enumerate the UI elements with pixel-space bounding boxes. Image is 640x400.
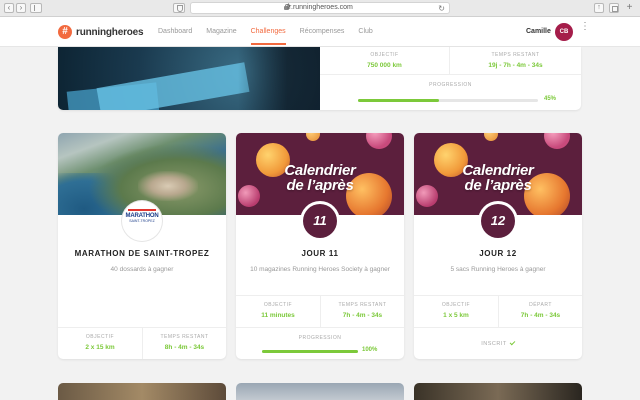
- marathon-logo-badge: MARATHON SAINT-TROPEZ: [122, 201, 162, 241]
- day-badge: 11: [300, 201, 340, 241]
- stat-label: OBJECTIF: [85, 334, 115, 340]
- challenge-image: [58, 47, 320, 110]
- image-title-line2: de l’après: [286, 177, 354, 194]
- image-title-line1: Calendrier: [462, 162, 534, 179]
- nav-club[interactable]: Club: [358, 28, 372, 35]
- objective-stat: OBJECTIF 2 x 15 km: [58, 328, 142, 359]
- nav-recompenses[interactable]: Récompenses: [300, 28, 345, 35]
- logo-text[interactable]: runningheroes: [76, 27, 144, 38]
- day-number: 11: [303, 204, 337, 238]
- nav-magazine[interactable]: Magazine: [206, 28, 236, 35]
- image-title-line2: de l’après: [464, 177, 532, 194]
- progress-bar: [262, 350, 358, 353]
- progress-fill: [358, 99, 439, 102]
- stat-label: DÉPART: [529, 302, 552, 308]
- challenge-reward: 10 magazines Running Heroes Society à ga…: [250, 266, 390, 273]
- stat-value: 8h - 4m - 34s: [164, 344, 205, 351]
- image-title-line1: Calendrier: [284, 162, 356, 179]
- start-stat: DÉPART 7h - 4m - 34s: [498, 296, 582, 328]
- forward-icon: ›: [19, 3, 23, 12]
- stat-label: TEMPS RESTANT: [160, 334, 209, 340]
- back-button[interactable]: ‹: [4, 3, 14, 13]
- challenge-card-top[interactable]: OBJECTIF 750 000 km TEMPS RESTANT 19j - …: [58, 47, 581, 110]
- stat-label: OBJECTIF: [263, 302, 293, 308]
- challenge-card-partial[interactable]: [414, 383, 582, 400]
- objective-stat: OBJECTIF 11 minutes: [236, 296, 320, 328]
- objective-stat: OBJECTIF 1 x 5 km: [414, 296, 498, 328]
- address-bar[interactable]: fr.runningheroes.com ↻: [190, 2, 450, 14]
- stat-value: 7h - 4m - 34s: [342, 312, 383, 319]
- status-text: INSCRIT: [481, 341, 507, 347]
- logo-icon[interactable]: #: [58, 25, 72, 39]
- challenge-stats: OBJECTIF 1 x 5 km DÉPART 7h - 4m - 34s: [414, 295, 582, 328]
- challenge-stats: OBJECTIF 2 x 15 km TEMPS RESTANT 8h - 4m…: [58, 327, 226, 359]
- browser-toolbar: ‹ › fr.runningheroes.com ↻ ↑ +: [0, 0, 640, 17]
- stat-label: TEMPS RESTANT: [338, 302, 387, 308]
- back-icon: ‹: [7, 3, 11, 12]
- badge-logo-line2: SAINT-TROPEZ: [129, 219, 155, 223]
- check-icon: [509, 339, 516, 346]
- stat-label: OBJECTIF: [441, 302, 471, 308]
- challenge-progress: PROGRESSION 100%: [236, 327, 404, 359]
- reload-icon[interactable]: ↻: [438, 4, 445, 13]
- challenge-card-partial[interactable]: [236, 383, 404, 400]
- challenge-title: JOUR 11: [301, 249, 339, 258]
- challenge-card-jour-12[interactable]: Calendrier de l’après 12 JOUR 12 5 sacs …: [414, 133, 582, 359]
- progress-label: PROGRESSION: [429, 82, 472, 88]
- time-left-stat: TEMPS RESTANT 7h - 4m - 34s: [320, 296, 404, 328]
- challenge-stats: OBJECTIF 11 minutes TEMPS RESTANT 7h - 4…: [236, 295, 404, 328]
- stat-value: 750 000 km: [367, 62, 402, 69]
- objective-stat: OBJECTIF 750 000 km: [320, 47, 450, 75]
- nav-dashboard[interactable]: Dashboard: [158, 28, 192, 35]
- time-left-stat: TEMPS RESTANT 19j - 7h - 4m - 34s: [450, 47, 581, 75]
- user-name[interactable]: Camille: [526, 28, 551, 35]
- day-badge: 12: [478, 201, 518, 241]
- challenge-title: JOUR 12: [479, 249, 517, 258]
- tabs-overview-button[interactable]: [609, 3, 619, 13]
- day-number: 12: [481, 204, 515, 238]
- challenge-stats: OBJECTIF 750 000 km TEMPS RESTANT 19j - …: [320, 47, 581, 110]
- registered-status: INSCRIT: [414, 339, 582, 347]
- challenge-reward: 40 dossards à gagner: [110, 266, 174, 273]
- image-title: Calendrier de l’après: [414, 163, 582, 193]
- challenge-card-saint-tropez[interactable]: MARATHON SAINT-TROPEZ MARATHON DE SAINT-…: [58, 133, 226, 359]
- challenge-title: MARATHON DE SAINT-TROPEZ: [74, 249, 210, 258]
- url-text: fr.runningheroes.com: [287, 4, 353, 11]
- time-left-stat: TEMPS RESTANT 8h - 4m - 34s: [142, 328, 226, 359]
- site-header: # runningheroes Dashboard Magazine Chall…: [0, 17, 640, 47]
- challenge-card-partial[interactable]: [58, 383, 226, 400]
- sidebar-toggle-button[interactable]: [30, 3, 42, 13]
- image-title: Calendrier de l’après: [236, 163, 404, 193]
- avatar[interactable]: CB: [555, 23, 573, 41]
- progress-fill: [262, 350, 358, 353]
- challenge-reward: 5 sacs Running Heroes à gagner: [450, 266, 546, 273]
- stat-label: TEMPS RESTANT: [491, 52, 540, 58]
- privacy-shield-button[interactable]: [173, 3, 185, 13]
- stat-value: 7h - 4m - 34s: [520, 312, 561, 319]
- progress-percent: 45%: [544, 96, 557, 102]
- share-button[interactable]: ↑: [594, 3, 604, 13]
- stat-value: 1 x 5 km: [443, 312, 469, 319]
- main-nav: Dashboard Magazine Challenges Récompense…: [158, 28, 387, 45]
- challenge-card-jour-11[interactable]: Calendrier de l’après 11 JOUR 11 10 maga…: [236, 133, 404, 359]
- more-menu-icon[interactable]: ⋮: [580, 22, 590, 32]
- stat-value: 2 x 15 km: [85, 344, 115, 351]
- progress-percent: 100%: [362, 347, 378, 353]
- stat-label: OBJECTIF: [370, 52, 399, 58]
- progress-bar: [358, 99, 538, 102]
- stat-value: 19j - 7h - 4m - 34s: [488, 62, 543, 69]
- stat-value: 11 minutes: [261, 312, 295, 319]
- add-tab-button[interactable]: +: [624, 3, 635, 13]
- progress-label: PROGRESSION: [298, 335, 342, 341]
- forward-button[interactable]: ›: [16, 3, 26, 13]
- nav-challenges[interactable]: Challenges: [250, 28, 286, 45]
- share-icon: ↑: [597, 4, 601, 11]
